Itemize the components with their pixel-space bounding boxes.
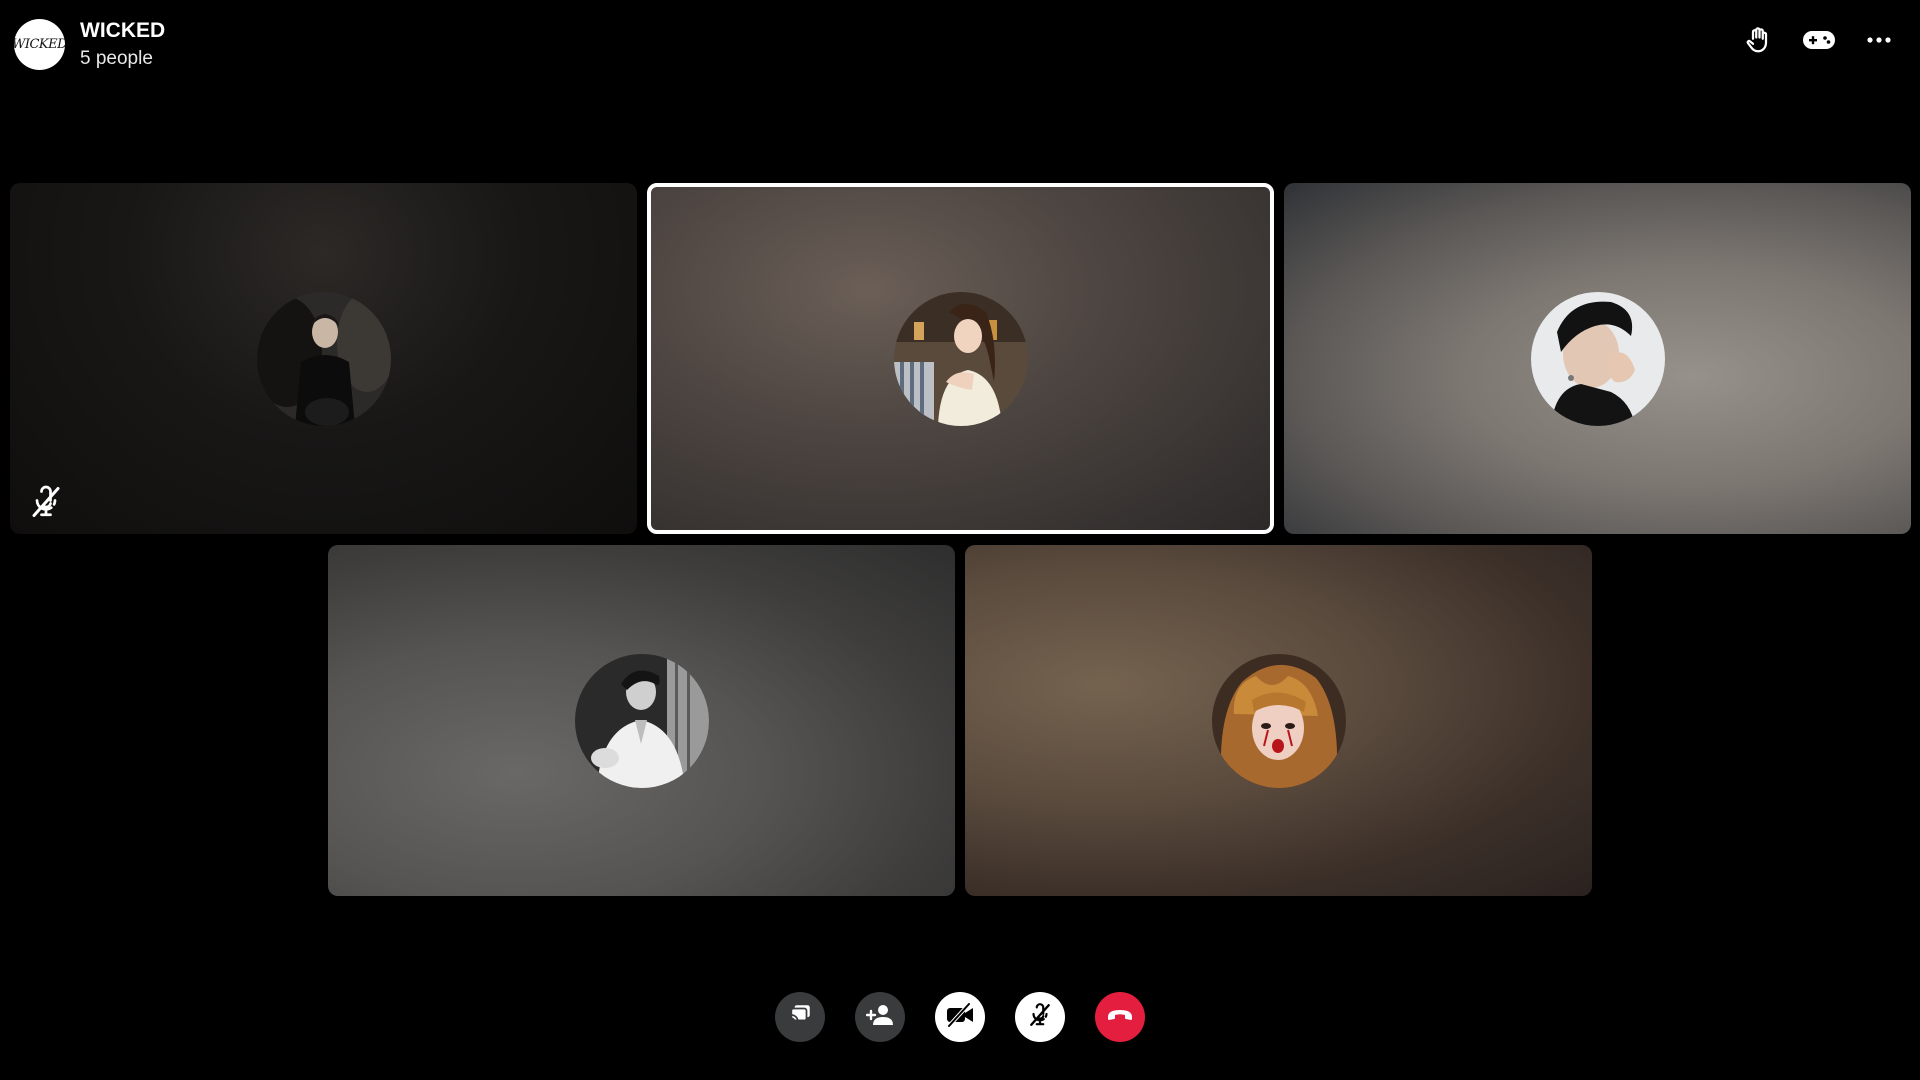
end-call-icon <box>1106 1008 1134 1027</box>
share-screen-icon <box>787 1002 813 1033</box>
raise-hand-icon[interactable] <box>1738 22 1778 58</box>
participant-avatar <box>1211 653 1346 788</box>
camera-toggle-button[interactable] <box>935 992 985 1042</box>
mic-off-icon <box>1027 1002 1053 1033</box>
mic-muted-icon <box>28 484 64 520</box>
participant-tile-4[interactable] <box>328 545 955 896</box>
participant-avatar <box>574 653 709 788</box>
call-header: WICKED WICKED 5 people <box>0 0 1920 90</box>
camera-off-icon <box>945 1002 975 1032</box>
share-screen-button[interactable] <box>775 992 825 1042</box>
participant-avatar <box>256 291 391 426</box>
more-options-icon[interactable] <box>1859 22 1899 58</box>
participant-count: 5 people <box>80 48 153 69</box>
game-controller-icon[interactable] <box>1799 22 1839 58</box>
participant-tile-1[interactable] <box>10 183 637 534</box>
participant-avatar <box>1530 291 1665 426</box>
group-avatar[interactable]: WICKED <box>14 19 65 70</box>
add-person-button[interactable] <box>855 992 905 1042</box>
participant-tile-2[interactable] <box>647 183 1274 534</box>
participant-tile-3[interactable] <box>1284 183 1911 534</box>
participant-avatar <box>893 291 1028 426</box>
add-person-icon <box>865 1003 894 1032</box>
call-controls <box>0 992 1920 1042</box>
mic-toggle-button[interactable] <box>1015 992 1065 1042</box>
end-call-button[interactable] <box>1095 992 1145 1042</box>
participant-tile-5[interactable] <box>965 545 1592 896</box>
group-title: WICKED <box>80 19 166 42</box>
